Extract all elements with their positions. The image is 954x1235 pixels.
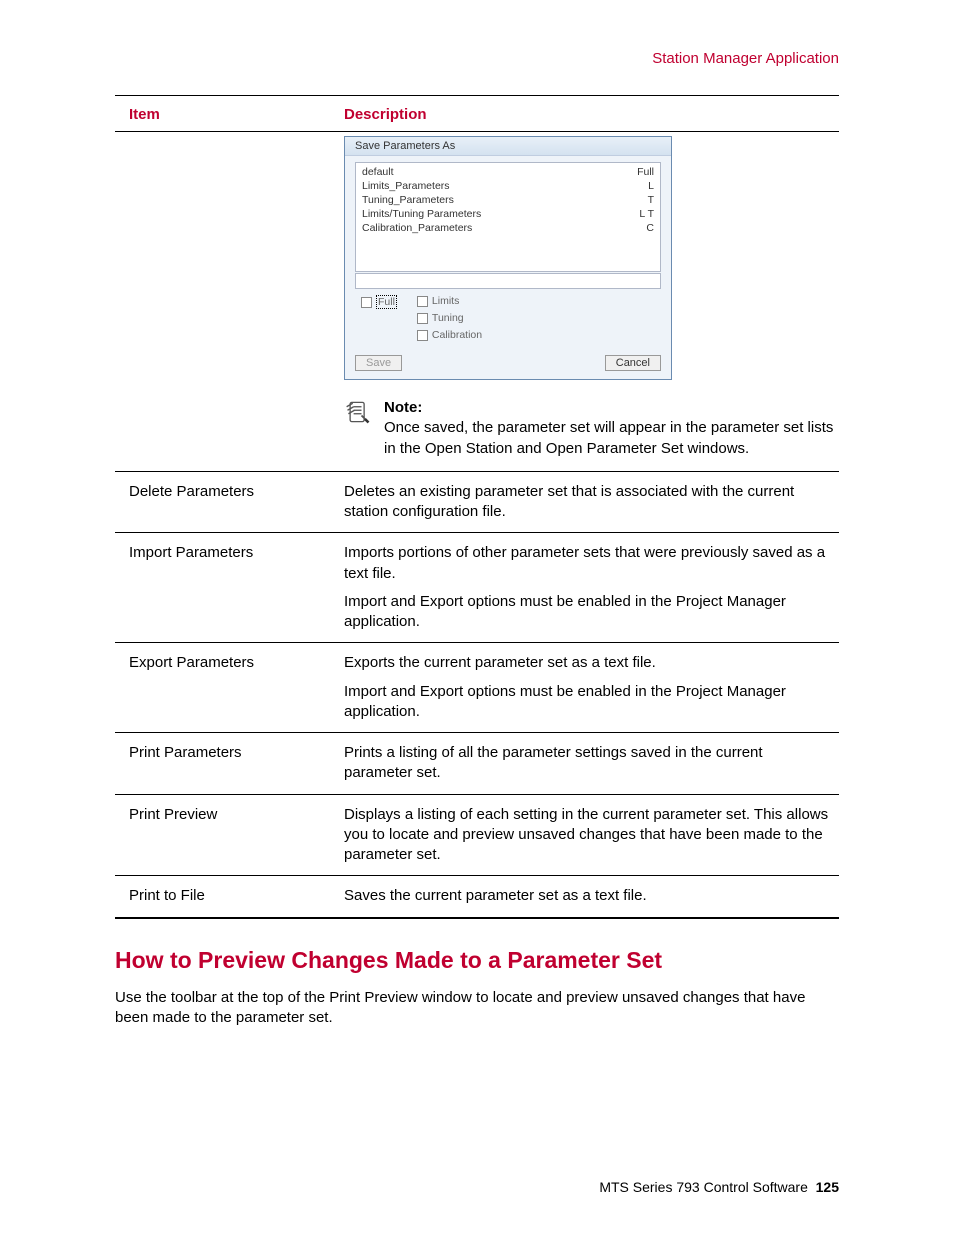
items-table: Delete Parameters Deletes an existing pa… [115,471,839,917]
list-name: Limits_Parameters [362,179,450,193]
table-row: Export Parameters Exports the current pa… [115,643,839,733]
list-item[interactable]: Tuning_Parameters T [362,193,654,207]
checkbox-icon [361,297,372,308]
checkbox-tuning[interactable]: Tuning [417,312,482,324]
item-name: Print Preview [115,794,330,876]
desc-p: Import and Export options must be enable… [344,682,835,723]
item-desc: Imports portions of other parameter sets… [330,533,839,643]
checkbox-icon [417,330,428,341]
table-row: Print to File Saves the current paramete… [115,876,839,917]
list-item[interactable]: Limits_Parameters L [362,179,654,193]
item-desc: Exports the current parameter set as a t… [330,643,839,733]
footer-product: MTS Series 793 Control Software [599,1179,808,1195]
parameter-list[interactable]: default Full Limits_Parameters L Tuning_Pa… [355,162,661,272]
checkbox-label: Limits [432,295,459,307]
checkbox-limits[interactable]: Limits [417,295,482,307]
section-heading: How to Preview Changes Made to a Paramet… [115,947,839,974]
desc-p: Displays a listing of each setting in th… [344,805,835,866]
col-header-description: Description [344,106,839,123]
rule-bottom [115,917,839,919]
checkbox-label: Full [376,295,397,309]
table-header-row: Item Description [115,96,839,131]
checkbox-full[interactable]: Full [361,295,397,309]
dialog-screenshot: Save Parameters As default Full Limits_Pa… [344,136,839,380]
checkbox-icon [417,313,428,324]
note-icon [344,398,372,459]
save-parameters-dialog: Save Parameters As default Full Limits_Pa… [344,136,672,380]
list-name: Limits/Tuning Parameters [362,207,481,221]
desc-p: Exports the current parameter set as a t… [344,653,835,673]
save-button[interactable]: Save [355,355,402,371]
list-item[interactable]: Limits/Tuning Parameters L T [362,207,654,221]
table-row: Print Parameters Prints a listing of all… [115,733,839,795]
dialog-buttons: Save Cancel [345,349,671,379]
desc-p: Import and Export options must be enable… [344,592,835,633]
desc-p: Deletes an existing parameter set that i… [344,482,835,523]
list-item[interactable]: Calibration_Parameters C [362,221,654,235]
checkbox-group: Full Limits Tuning Calibration [361,295,661,341]
dialog-title: Save Parameters As [345,137,671,156]
item-name: Delete Parameters [115,471,330,533]
checkbox-label: Calibration [432,329,482,341]
checkbox-icon [417,296,428,307]
desc-p: Imports portions of other parameter sets… [344,543,835,584]
item-desc: Prints a listing of all the parameter se… [330,733,839,795]
col-header-item: Item [129,106,344,123]
table-row: Delete Parameters Deletes an existing pa… [115,471,839,533]
list-name: Calibration_Parameters [362,221,472,235]
table-row: Print Preview Displays a listing of each… [115,794,839,876]
list-name: default [362,165,394,179]
list-tag: Full [637,165,654,179]
item-name: Import Parameters [115,533,330,643]
item-name: Print to File [115,876,330,917]
item-desc: Displays a listing of each setting in th… [330,794,839,876]
page-footer: MTS Series 793 Control Software 125 [599,1179,839,1195]
note-label: Note: [384,398,839,418]
desc-p: Saves the current parameter set as a tex… [344,886,835,906]
running-header: Station Manager Application [115,50,839,67]
list-tag: L [648,179,654,193]
note-body: Once saved, the parameter set will appea… [384,418,839,459]
note-block: Note: Once saved, the parameter set will… [344,398,839,459]
note-text: Note: Once saved, the parameter set will… [384,398,839,459]
cancel-button[interactable]: Cancel [605,355,661,371]
list-tag: L T [639,207,654,221]
item-desc: Deletes an existing parameter set that i… [330,471,839,533]
rule-under-header [115,131,839,132]
desc-p: Prints a listing of all the parameter se… [344,743,835,784]
name-input[interactable] [355,273,661,289]
list-name: Tuning_Parameters [362,193,454,207]
item-desc: Saves the current parameter set as a tex… [330,876,839,917]
item-name: Print Parameters [115,733,330,795]
page-number: 125 [816,1179,839,1195]
section-body: Use the toolbar at the top of the Print … [115,988,839,1029]
list-tag: T [648,193,654,207]
list-item[interactable]: default Full [362,165,654,179]
item-name: Export Parameters [115,643,330,733]
checkbox-calibration[interactable]: Calibration [417,329,482,341]
checkbox-label: Tuning [432,312,464,324]
table-row: Import Parameters Imports portions of ot… [115,533,839,643]
list-tag: C [646,221,654,235]
